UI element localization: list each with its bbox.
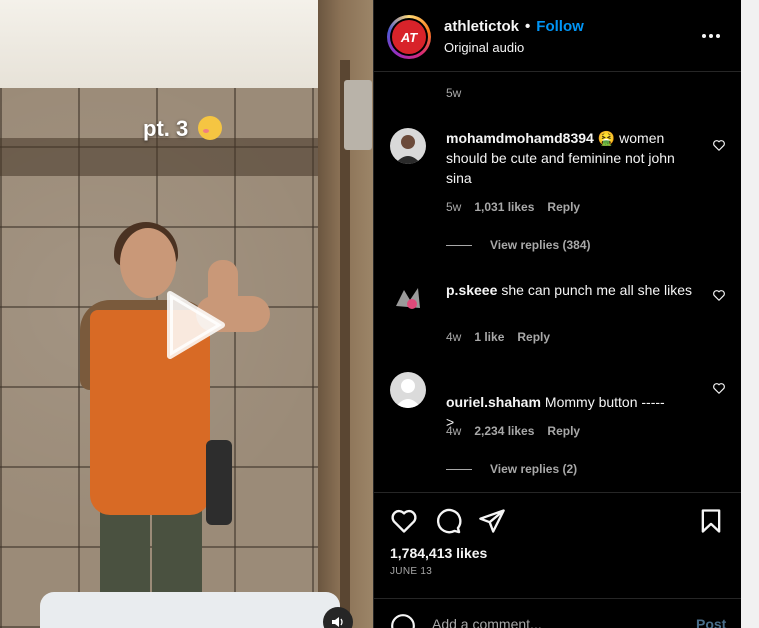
post-panel: AT athletictok • Follow Original audio 5w …: [373, 0, 742, 628]
comments-list[interactable]: 5w mohamdmohamd8394 🤮 women should be cut…: [374, 72, 742, 492]
person-pants-right: [152, 500, 202, 600]
add-comment-bar: Post: [374, 598, 742, 628]
blushing-face-emoji-icon: [198, 116, 223, 140]
like-comment-heart-icon[interactable]: [712, 288, 726, 302]
view-replies-line: [446, 468, 472, 470]
comment-username[interactable]: ouriel.shaham: [446, 394, 541, 410]
page-scrollbar-track[interactable]: [741, 0, 759, 628]
more-options-icon[interactable]: [697, 26, 725, 46]
speaker-icon: [332, 617, 343, 627]
person-head: [120, 228, 176, 298]
author-username[interactable]: athletictok: [444, 18, 519, 35]
avatar[interactable]: [390, 128, 426, 164]
comment-username[interactable]: mohamdmohamd8394: [446, 130, 594, 146]
heart-icon[interactable]: [390, 507, 418, 535]
avatar[interactable]: [390, 372, 426, 408]
share-icon[interactable]: [478, 507, 506, 535]
post-comment-button[interactable]: Post: [696, 616, 726, 628]
video-overlay-caption: pt. 3: [143, 116, 223, 142]
caption-timestamp: 5w: [446, 86, 462, 100]
video-foreground-object: [40, 592, 340, 628]
header-user-line: athletictok • Follow: [444, 18, 584, 35]
person-bag: [206, 440, 232, 525]
view-replies-label: View replies (384): [490, 238, 591, 252]
comment-body: ouriel.shaham Mommy button ----- >: [446, 372, 696, 432]
comment-time: 4w: [446, 330, 462, 344]
comment-text: she can punch me all she likes: [501, 282, 693, 298]
user-photo-icon: [390, 280, 426, 316]
post-actions: 1,784,413 likes JUNE 13: [374, 492, 742, 592]
user-photo-icon: [390, 128, 426, 164]
reply-button[interactable]: Reply: [547, 200, 580, 214]
comment-time: 5w: [446, 200, 462, 214]
post-header: AT athletictok • Follow Original audio: [374, 0, 742, 72]
view-replies-line: [446, 244, 472, 246]
post-date: JUNE 13: [390, 566, 433, 577]
avatar[interactable]: [390, 280, 426, 316]
comment-icon[interactable]: [434, 507, 462, 535]
comment-username[interactable]: p.skeee: [446, 282, 497, 298]
like-comment-heart-icon[interactable]: [712, 138, 726, 152]
comment-likes[interactable]: 1,031 likes: [474, 200, 534, 214]
separator-dot: •: [525, 18, 531, 35]
comment-meta: 4w 1 like Reply: [446, 330, 563, 344]
emoji-picker-icon[interactable]: [390, 613, 416, 628]
follow-button[interactable]: Follow: [536, 18, 584, 35]
bookmark-icon[interactable]: [697, 507, 725, 535]
default-avatar-icon: [390, 372, 426, 408]
reply-button[interactable]: Reply: [547, 424, 580, 438]
view-replies-button[interactable]: View replies (384): [446, 238, 591, 252]
comment-likes[interactable]: 1 like: [474, 330, 504, 344]
avatar[interactable]: AT: [387, 15, 431, 59]
view-replies-label: View replies (2): [490, 462, 578, 476]
person-pants-left: [100, 500, 150, 600]
comment-time: 4w: [446, 424, 462, 438]
comment-likes[interactable]: 2,234 likes: [474, 424, 534, 438]
reply-button[interactable]: Reply: [517, 330, 550, 344]
view-replies-button[interactable]: View replies (2): [446, 462, 577, 476]
comment-body: mohamdmohamd8394 🤮 women should be cute a…: [446, 128, 696, 188]
athletictok-logo-icon: AT: [392, 20, 426, 54]
comment-meta: 4w 2,234 likes Reply: [446, 424, 593, 438]
comment-body: p.skeee she can punch me all she likes: [446, 280, 696, 300]
post-likes-count[interactable]: 1,784,413 likes: [390, 545, 487, 561]
video-player[interactable]: pt. 3: [0, 0, 373, 628]
play-icon[interactable]: [158, 290, 228, 360]
avatar-inner: AT: [390, 18, 428, 56]
comment-meta: 5w 1,031 likes Reply: [446, 200, 593, 214]
comment-input[interactable]: [432, 613, 672, 628]
like-comment-heart-icon[interactable]: [712, 381, 726, 395]
audio-link[interactable]: Original audio: [444, 40, 524, 55]
video-overlay-text: pt. 3: [143, 116, 189, 141]
